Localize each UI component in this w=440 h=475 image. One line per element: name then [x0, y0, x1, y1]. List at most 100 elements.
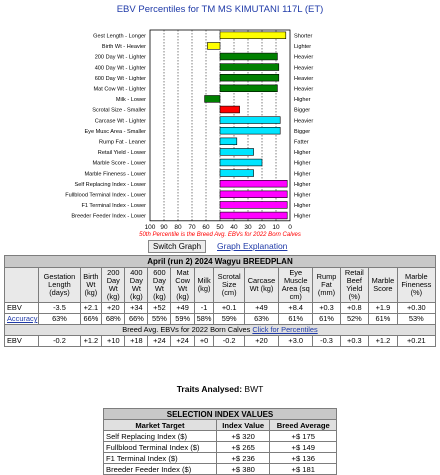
row-label — [3, 267, 40, 303]
x-tick-label: 70 — [188, 224, 196, 231]
x-tick-label: 0 — [288, 224, 292, 231]
trait-label-right: Heavier — [294, 65, 313, 71]
trait-label-right: Heavier — [294, 87, 313, 93]
breed-average-label: Breed Avg. EBVs for 2022 Born Calves — [122, 325, 251, 334]
selection-column-header: Market Target — [103, 419, 217, 431]
trait-label-left: Mat Cow Wt - Lighter — [93, 87, 146, 93]
trait-label-right: Heavier — [294, 76, 313, 82]
bar — [219, 74, 280, 82]
traits-label: Traits Analysed: — [176, 384, 243, 394]
table-cell: +24 — [170, 335, 195, 347]
selection-column-header: Index Value — [215, 419, 271, 431]
bar — [219, 211, 288, 220]
bar — [219, 190, 288, 198]
table-cell: +34 — [124, 302, 149, 314]
accuracy-row: Accuracy 63% 66% 68% 66% 55% 59% 58% 59% 63% 61% 61… — [3, 313, 437, 325]
selection-index-table: SELECTION INDEX VALUES Market Target Inde… — [103, 408, 337, 475]
selection-market-target: Self Replacing Index ($) — [103, 430, 217, 442]
column-header: Marble Fineness (%) — [396, 267, 437, 303]
table-cell: +8.4 — [277, 302, 314, 314]
table-cell: 61% — [368, 313, 398, 325]
graph-explanation-link[interactable]: Graph Explanation — [217, 241, 287, 251]
trait-label-left: Marble Fineness - Lower — [84, 171, 146, 177]
table-cell: +0.1 — [213, 302, 245, 314]
column-header: Mat Cow Wt (kg) — [170, 267, 195, 303]
bar — [219, 169, 254, 177]
table-cell: 66% — [79, 313, 103, 325]
chart-plot-area: 100 90 80 70 60 50 40 30 20 10 0Gest Length - Long… — [65, 29, 313, 231]
switch-graph-button[interactable]: Switch Graph — [148, 240, 207, 253]
selection-title: SELECTION INDEX VALUES — [103, 408, 337, 420]
table-cell: -0.2 — [38, 335, 81, 347]
table-cell: 59% — [170, 313, 195, 325]
trait-label-left: 400 Day Wt - Lighter — [95, 65, 146, 71]
column-header: Rump Fat (mm) — [312, 267, 341, 303]
x-tick-label: 100 — [145, 224, 156, 231]
table-cell: 63% — [38, 313, 81, 325]
column-header: Marble Score — [368, 267, 398, 303]
table-cell: +0 — [193, 335, 215, 347]
row-label: EBV — [3, 302, 40, 314]
table-cell: -0.2 — [213, 335, 245, 347]
bar — [219, 127, 281, 135]
trait-label-left: F1 Terminal Index - Lower — [81, 203, 146, 209]
trait-label-left: Carcase Wt - Lighter — [95, 118, 146, 124]
bar — [219, 201, 288, 209]
bar — [219, 148, 254, 156]
table-cell: 61% — [277, 313, 314, 325]
trait-label-right: Higher — [294, 161, 311, 167]
selection-row: F1 Terminal Index ($) +$ 236 +$ 136 — [103, 452, 337, 464]
accuracy-link[interactable]: Accuracy — [3, 313, 40, 325]
table-cell: +0.30 — [396, 302, 437, 314]
selection-breed-average: +$ 149 — [269, 441, 337, 453]
column-header: 400 Day Wt (kg) — [124, 267, 149, 303]
table-cell: +52 — [147, 302, 172, 314]
column-header: Carcase Wt (kg) — [243, 267, 280, 303]
trait-label-right: Higher — [294, 171, 311, 177]
x-tick-label: 40 — [230, 224, 238, 231]
trait-label-left: Rump Fat - Leaner — [99, 140, 146, 146]
x-tick-label: 80 — [174, 224, 182, 231]
trait-label-left: 600 Day Wt - Lighter — [95, 76, 146, 82]
bar — [219, 63, 280, 71]
trait-label-right: Higher — [294, 182, 311, 188]
trait-label-right: Bigger — [294, 108, 310, 114]
trait-label-left: Milk - Lower — [116, 97, 146, 103]
table-cell: +1.2 — [79, 335, 103, 347]
x-tick-label: 20 — [258, 224, 266, 231]
x-tick-label: 50 — [216, 224, 224, 231]
column-header: Retail Beef Yield (%) — [339, 267, 370, 303]
table-cell: 61% — [312, 313, 341, 325]
table-cell: 52% — [339, 313, 370, 325]
x-tick-label: 10 — [272, 224, 280, 231]
trait-label-left: Marble Score - Lower — [93, 161, 147, 167]
trait-label-right: Shorter — [294, 34, 312, 40]
table-cell: +0.3 — [339, 335, 370, 347]
row-label: EBV — [3, 335, 40, 347]
trait-label-left: 200 Day Wt - Lighter — [95, 55, 146, 61]
bar — [219, 84, 278, 93]
table-cell: +10 — [101, 335, 126, 347]
table-cell: +20 — [243, 335, 280, 347]
click-for-percentiles-link[interactable]: Click for Percentiles — [252, 325, 317, 334]
selection-header-row: Market Target Index Value Breed Average — [103, 419, 337, 431]
table-cell: -3.5 — [38, 302, 81, 314]
bar — [219, 52, 278, 61]
trait-label-left: Fullblood Terminal Index - Lower — [65, 193, 146, 199]
trait-label-left: Gest Length - Longer — [93, 34, 146, 40]
trait-label-right: Heavier — [294, 118, 313, 124]
table-cell: 55% — [147, 313, 172, 325]
x-tick-label: 60 — [202, 224, 210, 231]
column-header: Scrotal Size (cm) — [213, 267, 245, 303]
column-header: 200 Day Wt (kg) — [101, 267, 126, 303]
selection-market-target: Breeder Feeder Index ($) — [103, 463, 217, 475]
table-cell: -1 — [193, 302, 215, 314]
trait-label-left: Scrotal Size - Smaller — [92, 108, 146, 114]
trait-label-right: Higher — [294, 193, 311, 199]
bar — [219, 137, 238, 145]
selection-breed-average: +$ 175 — [269, 430, 337, 442]
table-cell: +18 — [124, 335, 149, 347]
breedplan-header-row: Gestation Length (days) Birth Wt (kg) 200 … — [3, 267, 437, 303]
breedplan-table: April (run 2) 2024 Wagyu BREEDPLAN Gesta… — [3, 255, 437, 347]
chart-title: EBV Percentiles for TM MS KIMUTANI 117L … — [117, 4, 324, 15]
